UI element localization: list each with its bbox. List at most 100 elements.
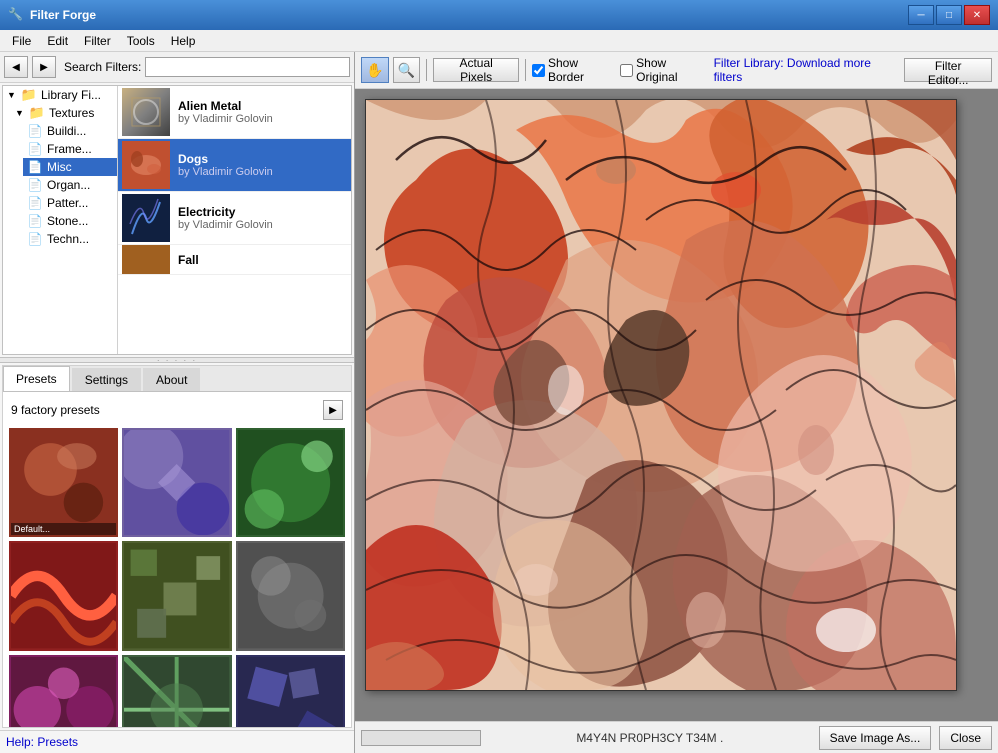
alien-metal-author: by Vladimir Golovin — [178, 113, 273, 125]
split-dots: · · · · · — [157, 356, 197, 365]
tree-pattern[interactable]: 📄 Patter... — [23, 194, 117, 212]
menu-edit[interactable]: Edit — [39, 31, 76, 51]
actual-pixels-button[interactable]: Actual Pixels — [433, 58, 519, 82]
dogs-name: Dogs — [178, 152, 273, 166]
menu-bar: File Edit Filter Tools Help — [0, 30, 998, 52]
search-input[interactable] — [145, 57, 350, 77]
zoom-icon: 🔍 — [398, 62, 415, 79]
filter-editor-button[interactable]: Filter Editor... — [904, 58, 992, 82]
canvas-area[interactable] — [355, 89, 998, 721]
textures-label: Textures — [49, 106, 94, 120]
tree-misc[interactable]: 📄 Misc — [23, 158, 117, 176]
preset-9[interactable] — [236, 655, 345, 727]
electricity-info: Electricity by Vladimir Golovin — [178, 205, 273, 231]
status-dot: . — [720, 731, 723, 745]
fall-name: Fall — [178, 253, 199, 267]
electricity-author: by Vladimir Golovin — [178, 219, 273, 231]
save-image-button[interactable]: Save Image As... — [819, 726, 932, 750]
app-title: Filter Forge — [30, 8, 908, 22]
preset-2[interactable] — [122, 428, 231, 537]
tree-organic[interactable]: 📄 Organ... — [23, 176, 117, 194]
show-border-checkbox[interactable] — [532, 64, 545, 77]
right-panel: ✋ 🔍 Actual Pixels Show Border Show Origi… — [355, 52, 998, 753]
canvas-svg — [366, 100, 956, 690]
minimize-button[interactable]: ─ — [908, 5, 934, 25]
filter-library-link[interactable]: Filter Library: Download more filters — [714, 56, 901, 84]
title-bar: 🔧 Filter Forge ─ □ ✕ — [0, 0, 998, 30]
folder-tree: ▼ 📁 Library Fi... ▼ 📁 Textures 📄 Buildi.… — [3, 86, 118, 354]
preset-5[interactable] — [122, 541, 231, 650]
preset-4[interactable] — [9, 541, 118, 650]
preset-6[interactable] — [236, 541, 345, 650]
textures-folder-icon: 📁 — [29, 105, 45, 121]
close-button[interactable]: Close — [939, 726, 992, 750]
tree-stone[interactable]: 📄 Stone... — [23, 212, 117, 230]
help-link[interactable]: Help: Presets — [0, 730, 354, 753]
dogs-author: by Vladimir Golovin — [178, 166, 273, 178]
menu-tools[interactable]: Tools — [119, 31, 163, 51]
status-main-text: M4Y4N PR0PH3CY T34M — [576, 731, 716, 745]
filter-item-fall[interactable]: Fall — [118, 245, 351, 275]
tab-settings[interactable]: Settings — [72, 368, 141, 391]
presets-tab-content: 9 factory presets ▶ Default... — [3, 392, 351, 727]
organic-icon: 📄 — [27, 177, 43, 193]
tree-root-item[interactable]: ▼ 📁 Library Fi... — [3, 86, 117, 104]
canvas-frame — [365, 99, 957, 691]
preset-8[interactable] — [122, 655, 231, 727]
electricity-thumb — [122, 194, 170, 242]
misc-icon: 📄 — [27, 159, 43, 175]
building-label: Buildi... — [47, 124, 86, 138]
presets-next-button[interactable]: ▶ — [323, 400, 343, 420]
filter-item-alien-metal[interactable]: Alien Metal by Vladimir Golovin — [118, 86, 351, 139]
preset-7[interactable] — [9, 655, 118, 727]
zoom-tool-button[interactable]: 🔍 — [393, 57, 421, 83]
menu-filter[interactable]: Filter — [76, 31, 119, 51]
right-toolbar: ✋ 🔍 Actual Pixels Show Border Show Origi… — [355, 52, 998, 89]
show-original-checkbox-label[interactable]: Show Original — [620, 56, 709, 84]
tree-root-folder-icon: 📁 — [21, 87, 37, 103]
presets-header: 9 factory presets ▶ — [7, 396, 347, 426]
filter-list: Alien Metal by Vladimir Golovin — [118, 86, 351, 354]
pan-tool-button[interactable]: ✋ — [361, 57, 389, 83]
menu-help[interactable]: Help — [163, 31, 204, 51]
tree-frame[interactable]: 📄 Frame... — [23, 140, 117, 158]
maximize-button[interactable]: □ — [936, 5, 962, 25]
dogs-thumb — [122, 141, 170, 189]
status-bar: M4Y4N PR0PH3CY T34M . Save Image As... C… — [355, 721, 998, 753]
toolbar-separator-1 — [426, 59, 427, 81]
tree-textures[interactable]: ▼ 📁 Textures — [11, 104, 117, 122]
show-original-checkbox[interactable] — [620, 64, 633, 77]
pan-icon: ✋ — [366, 62, 383, 79]
tab-about[interactable]: About — [143, 368, 200, 391]
window-controls: ─ □ ✕ — [908, 5, 990, 25]
electricity-name: Electricity — [178, 205, 273, 219]
filter-item-electricity[interactable]: Electricity by Vladimir Golovin — [118, 192, 351, 245]
frame-label: Frame... — [47, 142, 92, 156]
stone-icon: 📄 — [27, 213, 43, 229]
nav-back-button[interactable]: ◀ — [4, 56, 28, 78]
show-border-checkbox-label[interactable]: Show Border — [532, 56, 616, 84]
preset-1[interactable]: Default... — [9, 428, 118, 537]
tab-presets[interactable]: Presets — [3, 366, 70, 391]
tab-bar: Presets Settings About — [3, 366, 351, 392]
alien-metal-thumb — [122, 88, 170, 136]
split-handle[interactable]: · · · · · — [0, 357, 354, 363]
menu-file[interactable]: File — [4, 31, 39, 51]
show-original-label: Show Original — [636, 56, 709, 84]
textures-arrow: ▼ — [15, 108, 27, 118]
preset-3[interactable] — [236, 428, 345, 537]
misc-label: Misc — [47, 160, 72, 174]
alien-metal-info: Alien Metal by Vladimir Golovin — [178, 99, 273, 125]
toolbar-separator-2 — [525, 59, 526, 81]
tree-building[interactable]: 📄 Buildi... — [23, 122, 117, 140]
nav-forward-button[interactable]: ▶ — [32, 56, 56, 78]
tree-root-label: Library Fi... — [41, 88, 101, 102]
building-icon: 📄 — [27, 123, 43, 139]
alien-metal-name: Alien Metal — [178, 99, 273, 113]
fall-thumb — [122, 245, 170, 275]
tree-techno[interactable]: 📄 Techn... — [23, 230, 117, 248]
presets-grid: Default... — [7, 426, 347, 727]
filter-item-dogs[interactable]: Dogs by Vladimir Golovin — [118, 139, 351, 192]
pattern-label: Patter... — [47, 196, 88, 210]
close-window-button[interactable]: ✕ — [964, 5, 990, 25]
